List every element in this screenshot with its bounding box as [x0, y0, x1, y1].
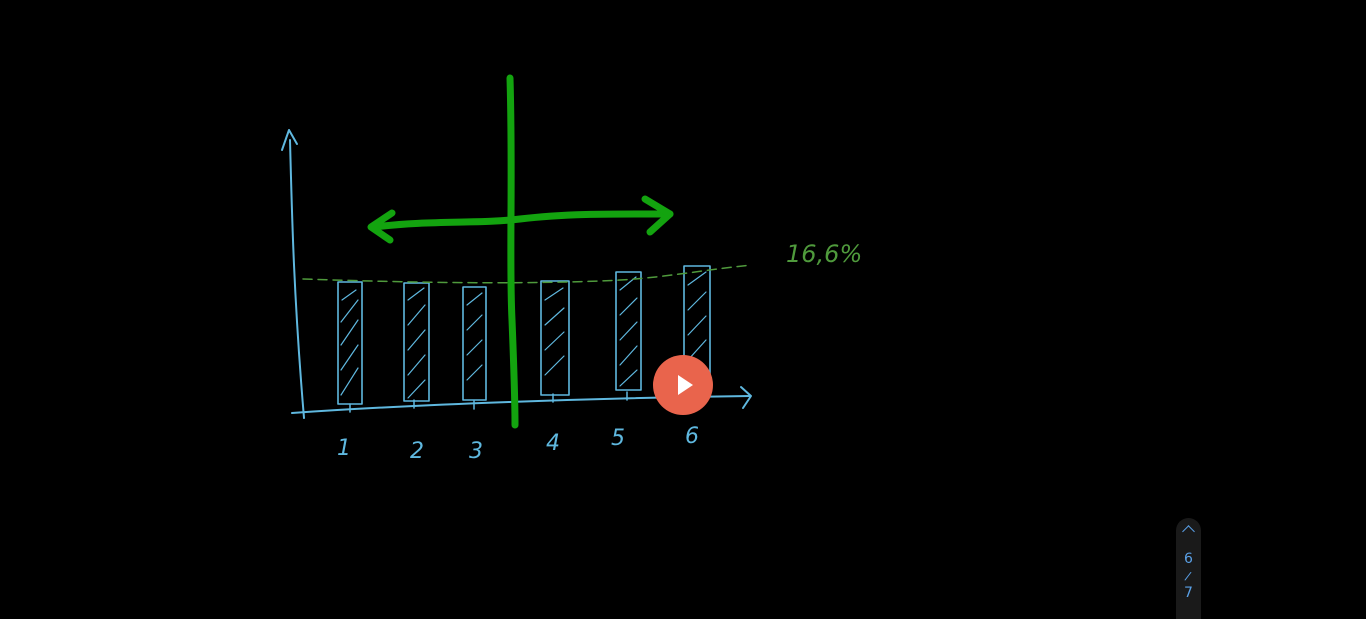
bar-label-5: 5	[611, 426, 625, 451]
bar-5	[615, 271, 642, 391]
page-navigator: 6 / 7	[1176, 518, 1201, 619]
bar-label-6: 6	[685, 424, 699, 449]
bar-4	[540, 280, 570, 396]
bar-label-3: 3	[469, 439, 483, 464]
page-separator: /	[1184, 568, 1193, 584]
bar-3	[462, 286, 487, 401]
bar-label-1: 1	[337, 436, 351, 461]
whiteboard-canvas: 1 2 3 4 5 6 16,6% 6 / 7	[0, 0, 1366, 619]
bar-1	[337, 281, 363, 405]
chevron-up-icon[interactable]	[1182, 525, 1195, 538]
average-percent-label: 16,6%	[786, 240, 862, 268]
horizontal-double-arrow	[370, 210, 674, 231]
total-pages: 7	[1184, 585, 1193, 601]
symmetry-vertical-line	[506, 74, 519, 429]
current-page: 6	[1184, 551, 1193, 567]
play-button[interactable]	[653, 355, 713, 415]
bar-2	[403, 282, 430, 402]
bar-label-2: 2	[410, 439, 424, 464]
y-axis	[289, 139, 305, 419]
hand-drawn-histogram: 1 2 3 4 5 6 16,6%	[281, 74, 862, 464]
bar-label-4: 4	[546, 431, 560, 456]
x-axis-arrowhead	[740, 386, 752, 409]
play-icon	[678, 375, 693, 395]
